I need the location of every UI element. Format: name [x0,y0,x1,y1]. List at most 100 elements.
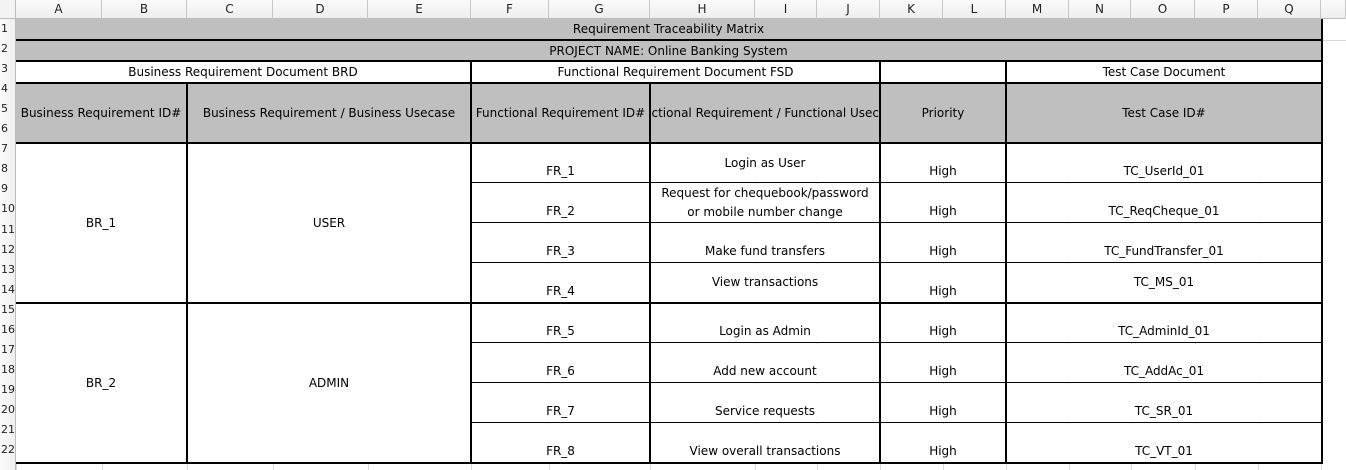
priority-cell[interactable]: High [881,424,1005,462]
column-header-p[interactable]: P [1195,0,1258,19]
row-header-5[interactable]: 5 [0,103,16,114]
header-br-usecase[interactable]: Business Requirement / Business Usecase [188,84,470,142]
fr-id-cell[interactable]: FR_4 [472,264,649,302]
header-tc-id[interactable]: Test Case ID# [1007,84,1321,142]
row-header-12[interactable]: 12 [0,244,16,255]
row-header-2[interactable]: 2 [0,43,16,54]
border-horizontal [472,182,1323,183]
column-header-l[interactable]: L [943,0,1006,19]
br-usecase-cell[interactable]: USER [188,144,470,302]
priority-cell[interactable]: High [881,224,1005,262]
priority-cell[interactable]: High [881,344,1005,382]
header-br-id[interactable]: Business Requirement ID# [16,84,186,142]
select-all-corner[interactable] [0,0,16,19]
group-brd[interactable]: Business Requirement Document BRD [16,62,470,82]
row-header-20[interactable]: 20 [0,404,16,415]
column-header-q[interactable]: Q [1258,0,1321,19]
row-header-15[interactable]: 15 [0,304,16,315]
header-tc-id-text: Test Case ID# [1122,106,1206,120]
border-horizontal [16,302,1323,304]
tc-id-cell[interactable]: TC_SR_01 [1007,384,1321,422]
gridline-horizontal [1321,40,1346,41]
column-header-h[interactable]: H [650,0,755,19]
fr-id-cell[interactable]: FR_5 [472,304,649,342]
row-header-13[interactable]: 13 [0,264,16,275]
fr-usecase-cell[interactable]: Login as Admin [651,304,879,342]
fr-id-cell[interactable]: FR_2 [472,184,649,222]
row-header-9[interactable]: 9 [0,183,16,194]
header-priority[interactable]: Priority [881,84,1005,142]
column-header-m[interactable]: M [1006,0,1069,19]
fr-usecase-cell[interactable]: Make fund transfers [651,224,879,262]
fr-id-cell[interactable]: FR_6 [472,344,649,382]
tc-id-cell[interactable]: TC_ReqCheque_01 [1007,184,1321,222]
tc-id-text: TC_UserId_01 [1123,164,1205,178]
row-header-8[interactable]: 8 [0,163,16,174]
br-usecase-cell[interactable]: ADMIN [188,304,470,462]
row-header-16[interactable]: 16 [0,324,16,335]
priority-cell[interactable]: High [881,184,1005,222]
fr-usecase-cell[interactable]: Request for chequebook/password or mobil… [651,184,879,222]
border-vertical [1005,60,1007,464]
project-name[interactable]: PROJECT NAME: Online Banking System [16,41,1321,60]
column-header-g[interactable]: G [549,0,650,19]
column-header-i[interactable]: I [755,0,817,19]
tc-id-cell[interactable]: TC_MS_01 [1007,264,1321,302]
row-header-22[interactable]: 22 [0,444,16,455]
tc-id-cell[interactable]: TC_FundTransfer_01 [1007,224,1321,262]
row-header-19[interactable]: 19 [0,384,16,395]
row-header-1[interactable]: 1 [0,23,16,34]
priority-cell[interactable]: High [881,384,1005,422]
fr-id-cell[interactable]: FR_1 [472,144,649,182]
column-header-b[interactable]: B [102,0,187,19]
fr-usecase-cell[interactable]: Login as User [651,144,879,182]
group-priority[interactable] [881,62,1005,82]
fr-usecase-cell[interactable]: Add new account [651,344,879,382]
fr-id-text: FR_3 [546,244,575,258]
fr-id-cell[interactable]: FR_8 [472,424,649,462]
row-header-7[interactable]: 7 [0,143,16,154]
row-header-18[interactable]: 18 [0,364,16,375]
matrix-title[interactable]: Requirement Traceability Matrix [16,19,1321,39]
priority-cell[interactable]: High [881,304,1005,342]
group-fsd[interactable]: Functional Requirement Document FSD [472,62,879,82]
row-header-10[interactable]: 10 [0,203,16,214]
tc-id-cell[interactable]: TC_AdminId_01 [1007,304,1321,342]
header-fr-id[interactable]: Functional Requirement ID# [472,84,649,142]
br-id-cell[interactable]: BR_1 [16,144,186,302]
header-fr-usecase-text: Functional Requirement / Functional Usec… [651,106,879,120]
column-header-d[interactable]: D [273,0,368,19]
row-header-6[interactable]: 6 [0,123,16,134]
row-header-4[interactable]: 4 [0,83,16,94]
group-tcd[interactable]: Test Case Document [1007,62,1321,82]
column-header-e[interactable]: E [368,0,471,19]
column-header-j[interactable]: J [817,0,880,19]
row-header-11[interactable]: 11 [0,224,16,235]
fr-usecase-cell[interactable]: Service requests [651,384,879,422]
column-header-c[interactable]: C [187,0,273,19]
column-header-o[interactable]: O [1131,0,1195,19]
column-header-n[interactable]: N [1069,0,1131,19]
row-header-21[interactable]: 21 [0,424,16,435]
priority-cell[interactable]: High [881,264,1005,302]
fr-usecase-cell[interactable]: View overall transactions [651,424,879,462]
fr-usecase-cell[interactable]: View transactions [651,264,879,302]
fr-id-cell[interactable]: FR_7 [472,384,649,422]
spreadsheet-grid[interactable]: ABCDEFGHIJKLMNOPQ 1 2 3 4 5 6 7 8 9 10 11 12 13 14 15 1… [0,0,1346,470]
br-id-text: BR_2 [85,376,117,390]
tc-id-cell[interactable]: TC_UserId_01 [1007,144,1321,182]
priority-cell[interactable]: High [881,144,1005,182]
tc-id-cell[interactable]: TC_VT_01 [1007,424,1321,462]
tc-id-cell[interactable]: TC_AddAc_01 [1007,344,1321,382]
br-id-cell[interactable]: BR_2 [16,304,186,462]
column-header-a[interactable]: A [16,0,102,19]
column-header-f[interactable]: F [471,0,549,19]
fr-id-cell[interactable]: FR_3 [472,224,649,262]
row-header-3[interactable]: 3 [0,63,16,74]
row-header-14[interactable]: 14 [0,284,16,295]
border-vertical [470,60,472,464]
column-header-k[interactable]: K [880,0,943,19]
row-header-17[interactable]: 17 [0,344,16,355]
fr-usecase-text: Service requests [714,404,816,418]
header-fr-usecase[interactable]: Functional Requirement / Functional Usec… [651,84,879,142]
